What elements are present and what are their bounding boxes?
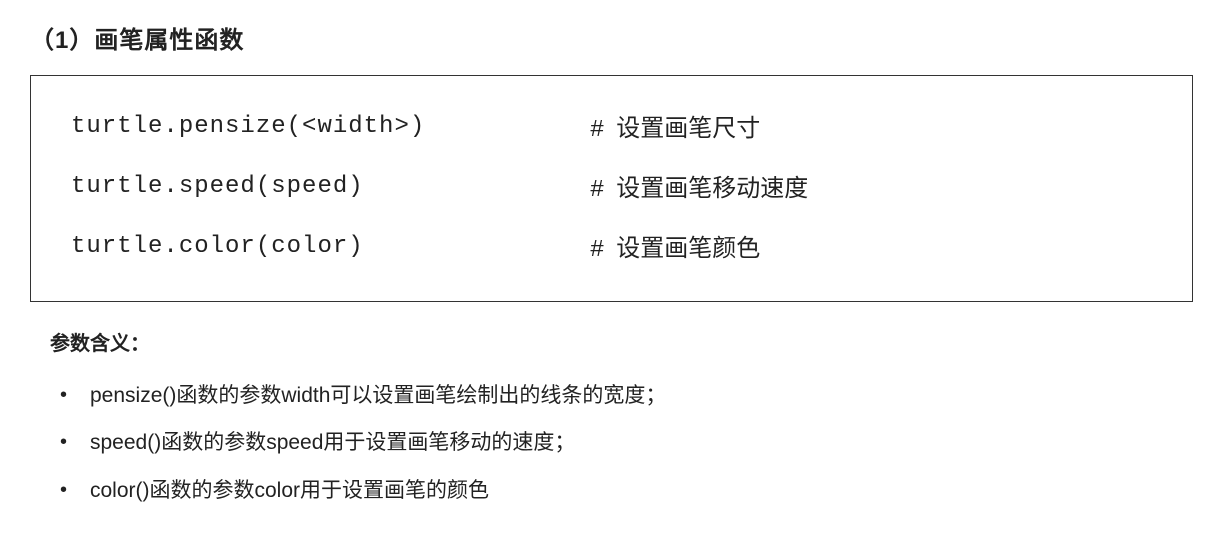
list-item: speed()函数的参数speed用于设置画笔移动的速度； bbox=[60, 428, 1193, 457]
hash-symbol: # bbox=[590, 237, 604, 264]
hash-symbol: # bbox=[590, 177, 604, 204]
code-comment: # 设置画笔颜色 bbox=[590, 216, 1152, 276]
section-heading: （1）画笔属性函数 bbox=[30, 20, 1193, 55]
code-comment: # 设置画笔移动速度 bbox=[590, 156, 1152, 216]
code-comment: # 设置画笔尺寸 bbox=[590, 96, 1152, 156]
code-text: turtle.color(color) bbox=[71, 216, 590, 276]
code-text: turtle.pensize(<width>) bbox=[71, 96, 590, 156]
code-text: turtle.speed(speed) bbox=[71, 156, 590, 216]
code-block: turtle.pensize(<width>) # 设置画笔尺寸 turtle.s… bbox=[30, 75, 1193, 302]
sub-heading: 参数含义： bbox=[50, 327, 1193, 356]
code-row: turtle.speed(speed) # 设置画笔移动速度 bbox=[71, 156, 1152, 216]
comment-text: 设置画笔尺寸 bbox=[616, 115, 760, 142]
list-item: color()函数的参数color用于设置画笔的颜色 bbox=[60, 476, 1193, 505]
comment-text: 设置画笔颜色 bbox=[616, 235, 760, 262]
code-row: turtle.pensize(<width>) # 设置画笔尺寸 bbox=[71, 96, 1152, 156]
code-row: turtle.color(color) # 设置画笔颜色 bbox=[71, 216, 1152, 276]
list-item: pensize()函数的参数width可以设置画笔绘制出的线条的宽度； bbox=[60, 381, 1193, 410]
parameter-list: pensize()函数的参数width可以设置画笔绘制出的线条的宽度； spee… bbox=[30, 381, 1193, 505]
hash-symbol: # bbox=[590, 117, 604, 144]
comment-text: 设置画笔移动速度 bbox=[616, 175, 808, 202]
